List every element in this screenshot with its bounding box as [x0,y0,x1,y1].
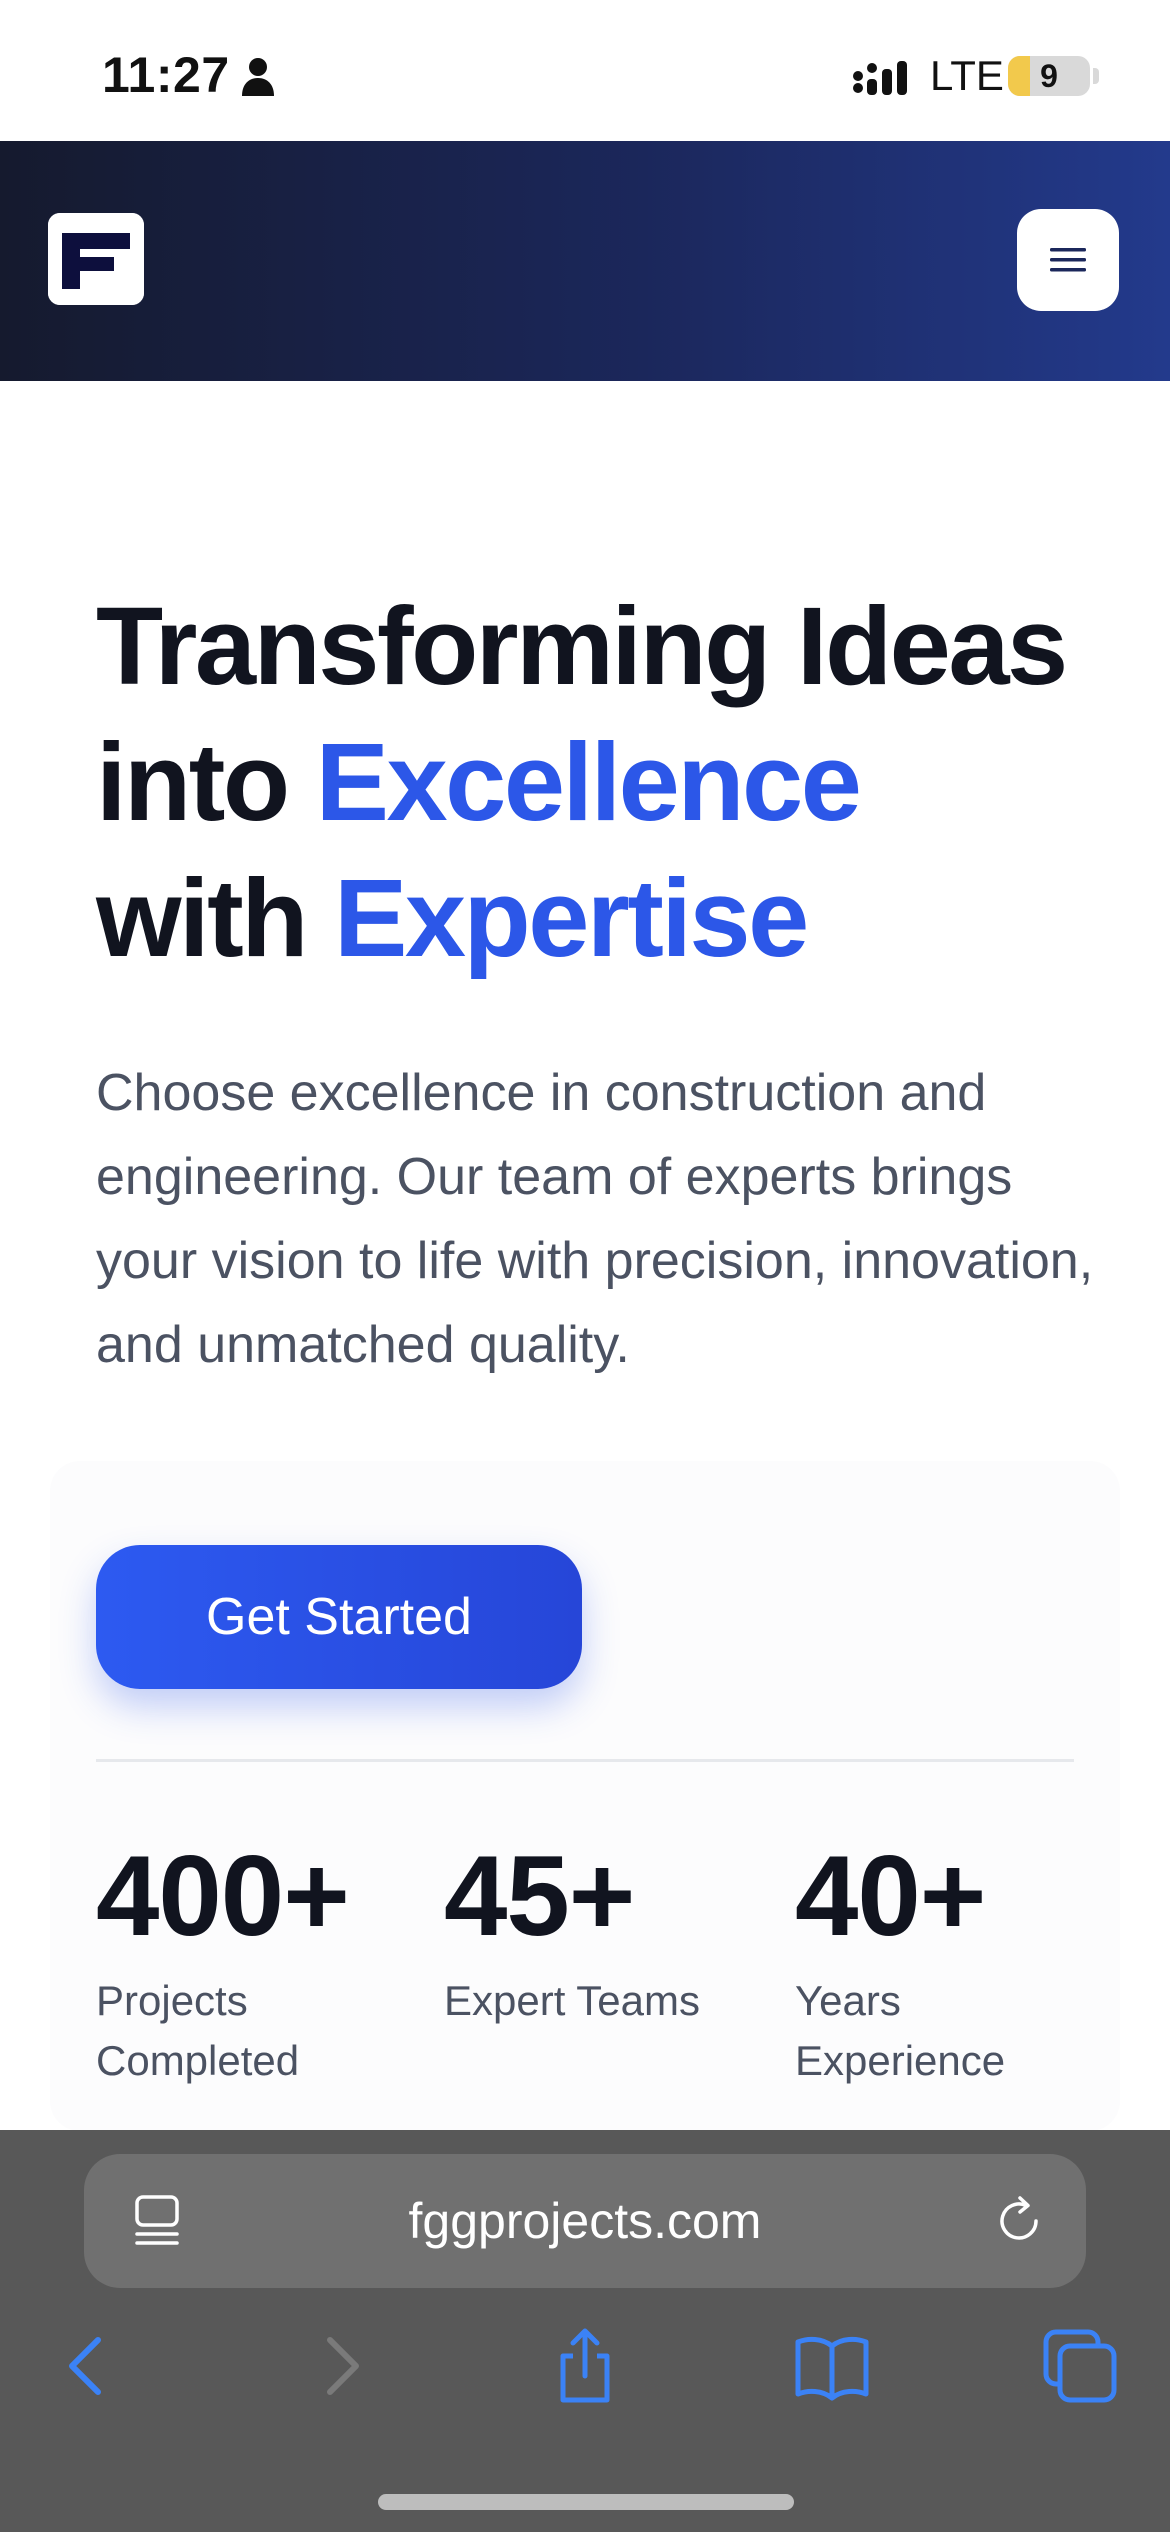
stats-divider [96,1759,1074,1762]
person-icon [242,58,274,96]
hero-title: Transforming Ideas into Excellence with … [96,579,1136,987]
network-type: LTE [930,52,1004,99]
logo-mark [48,213,144,305]
hero-title-line-3-accent: Expertise [334,857,809,980]
hero-title-line-2-plain: into [96,721,316,844]
address-bar[interactable]: fggprojects.com [84,2154,1086,2288]
stat-value: 45+ [444,1833,635,1960]
battery-level: 9 [1040,58,1058,94]
battery-icon: 9 [1008,56,1090,96]
reload-icon[interactable] [992,2194,1046,2248]
hero-title-line-1: Transforming Ideas [96,585,1068,708]
hero-description: Choose excellence in construction and en… [96,1064,1094,1374]
home-indicator[interactable] [378,2494,794,2510]
tabs-icon[interactable] [1040,2326,1120,2406]
share-icon[interactable] [545,2326,625,2406]
phone-screen: 11:27 LTE 9 Transforming Ideas into Exce… [0,0,1170,2532]
hero-section: Transforming Ideas into Excellence with … [0,381,1170,2131]
stat-label: Expert Teams [444,1977,700,2024]
get-started-button[interactable]: Get Started [96,1545,582,1689]
bookmarks-icon[interactable] [792,2326,872,2406]
stat-years: 40+ Years Experience [795,1837,1095,2091]
menu-button[interactable] [1017,209,1119,311]
stat-label: Years Experience [795,1977,1006,2084]
site-header [0,141,1170,381]
stat-projects: 400+ Projects Completed [96,1837,396,2091]
hamburger-menu-icon [1050,248,1086,272]
back-icon[interactable] [48,2326,128,2406]
hero-title-line-2-accent: Excellence [315,721,862,844]
status-bar: 11:27 LTE 9 [0,0,1170,141]
stat-teams: 45+ Expert Teams [444,1837,764,2031]
battery-cap [1093,68,1099,84]
stat-value: 40+ [795,1833,986,1960]
browser-toolbar: fggprojects.com [0,2130,1170,2532]
signal-strength-icon [853,61,907,95]
fgg-logo-icon[interactable] [48,213,144,305]
hero-title-line-3-plain: with [96,857,335,980]
status-time: 11:27 [102,47,230,103]
forward-icon[interactable] [300,2326,380,2406]
stat-label: Projects Completed [96,1977,300,2084]
url-text[interactable]: fggprojects.com [84,2154,1086,2288]
stat-value: 400+ [96,1833,350,1960]
